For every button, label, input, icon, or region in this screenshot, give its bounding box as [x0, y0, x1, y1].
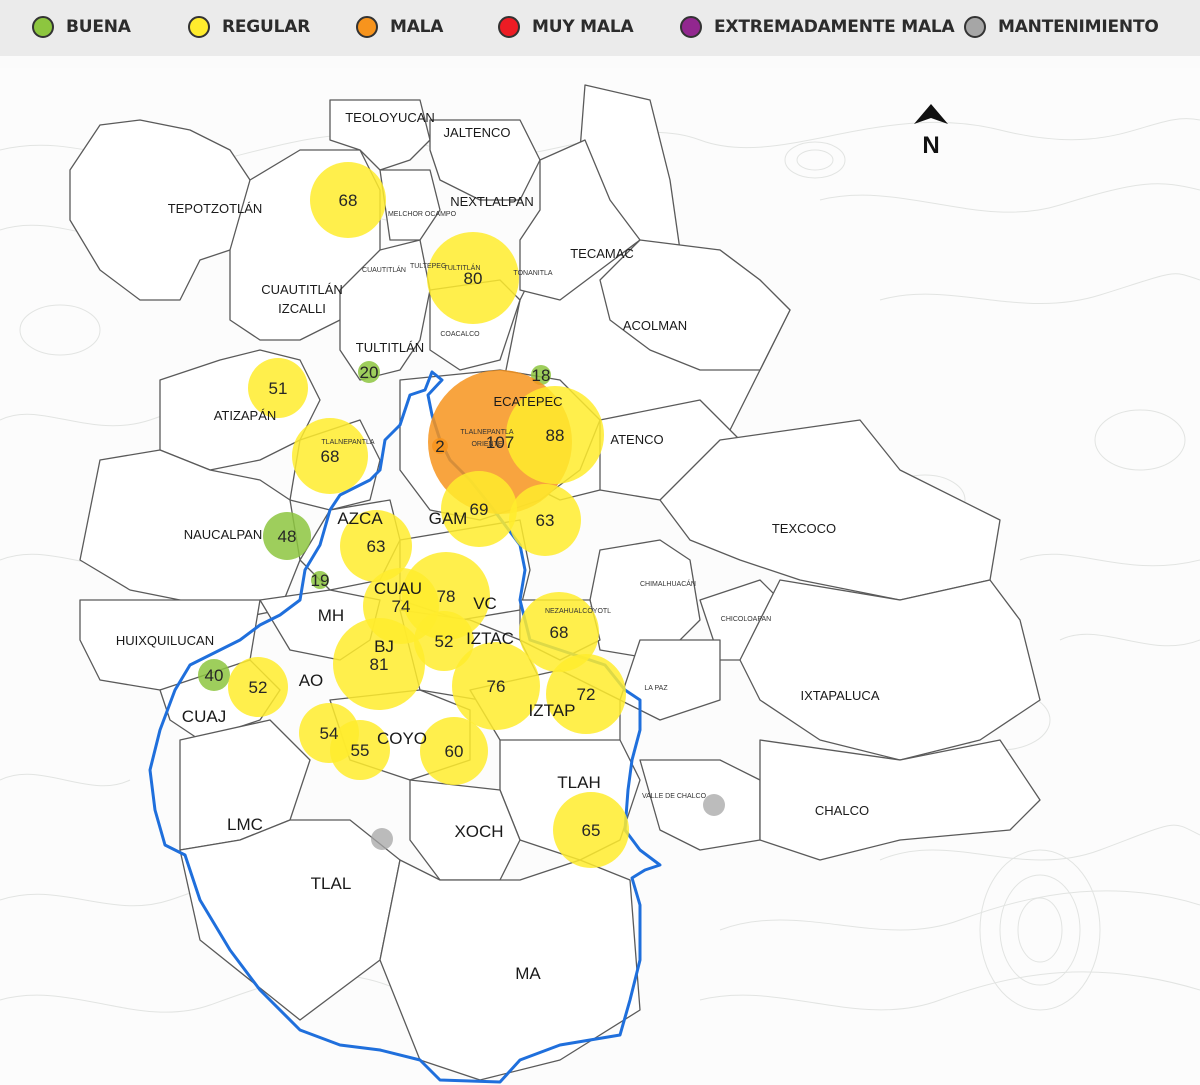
legend-dot-icon: [356, 16, 378, 38]
station-value-label: 52: [249, 678, 268, 697]
municipality-label: ECATEPEC: [493, 394, 562, 409]
municipality-label: TEPOTZOTLÁN: [168, 201, 263, 216]
municipality-label: ATIZAPÁN: [214, 408, 277, 423]
municipality-label: MH: [318, 606, 344, 625]
station-value-label: 51: [269, 379, 288, 398]
legend-bar: BUENA REGULAR MALA MUY MALA EXTREMADAMEN…: [0, 0, 1200, 56]
legend-item-regular: REGULAR: [188, 12, 310, 42]
station-bubble: [703, 794, 725, 816]
north-label: N: [922, 132, 939, 159]
station-value-label: 65: [582, 821, 601, 840]
station-value-label: 40: [205, 666, 224, 685]
legend-dot-icon: [498, 16, 520, 38]
municipality-label: ATENCO: [610, 432, 663, 447]
municipality-label: TEOLOYUCAN: [345, 110, 435, 125]
municipality-label: TLAL: [311, 874, 352, 893]
station-value-label: 19: [311, 571, 330, 590]
legend-dot-icon: [964, 16, 986, 38]
municipality-label: IZCALLI: [278, 301, 326, 316]
municipality-label: NEXTLALPAN: [450, 194, 534, 209]
municipality-label: CUAUTITLÁN: [261, 282, 343, 297]
municipality-label: NEZAHUALCÓYOTL: [545, 606, 611, 615]
station-value-label: 74: [392, 597, 411, 616]
municipality-label: CHIMALHUACÁN: [640, 579, 696, 588]
air-quality-map: N 68 80 51 20 18 68 2 107 88 48 69 63 63 19 74 78 52 68 81…: [0, 68, 1200, 1085]
municipality-label: GAM: [429, 509, 468, 528]
legend-label: REGULAR: [222, 17, 311, 37]
municipality-label: AO: [299, 671, 324, 690]
station-value-label: 72: [577, 685, 596, 704]
municipality-label: TULTITLÁN: [356, 340, 424, 355]
municipality-label: VALLE DE CHALCO: [642, 793, 707, 800]
station-value-label: 76: [487, 677, 506, 696]
station-value-label: 63: [536, 511, 555, 530]
municipality-label: CUAU: [374, 579, 422, 598]
station-value-label: 69: [470, 500, 489, 519]
municipality-label: MELCHOR OCAMPO: [388, 211, 457, 218]
municipality-label: CHALCO: [815, 803, 869, 818]
municipality-label: LA PAZ: [644, 685, 668, 692]
municipality-label: TONANITLA: [513, 270, 552, 277]
legend-item-extremadamente-mala: EXTREMADAMENTE MALA: [680, 12, 955, 42]
station-value-label: 20: [360, 363, 379, 382]
municipality-label: HUIXQUILUCAN: [116, 633, 214, 648]
municipality-label: TLALNEPANTLA: [460, 429, 513, 436]
station-value-label: 68: [550, 623, 569, 642]
station-value-label: 88: [546, 426, 565, 445]
legend-label: MALA: [390, 17, 444, 37]
legend-item-mala: MALA: [356, 12, 443, 42]
legend-label: BUENA: [66, 17, 131, 37]
station-value-label: 55: [351, 741, 370, 760]
station-value-label: 2: [435, 437, 444, 456]
legend-dot-icon: [680, 16, 702, 38]
station-value-label: 63: [367, 537, 386, 556]
legend-item-buena: BUENA: [32, 12, 131, 42]
station-value-label: 81: [370, 655, 389, 674]
station-value-label: 48: [278, 527, 297, 546]
municipality-label: MA: [515, 964, 541, 983]
municipality-label: IXTAPALUCA: [801, 688, 880, 703]
municipality-label: TLAH: [557, 773, 600, 792]
station-value-label: 60: [445, 742, 464, 761]
station-value-label: 68: [321, 447, 340, 466]
municipality-label: BJ: [374, 637, 394, 656]
legend-separator: [0, 56, 1200, 68]
municipality-label: XOCH: [454, 822, 503, 841]
legend-dot-icon: [188, 16, 210, 38]
municipality-label: ORIENTE: [471, 441, 502, 448]
municipality-label: CHICOLOAPAN: [721, 616, 771, 623]
municipality-label: IZTAC: [466, 629, 514, 648]
legend-dot-icon: [32, 16, 54, 38]
municipality-label: COACALCO: [440, 331, 480, 338]
municipality-label: NAUCALPAN: [184, 527, 263, 542]
station-value-label: 78: [437, 587, 456, 606]
municipality-label: CUAUTITLÁN: [362, 265, 406, 274]
municipality-label: LMC: [227, 815, 263, 834]
municipality-label: TULTITLÁN: [444, 263, 481, 272]
municipality-label: IZTAP: [529, 701, 576, 720]
municipality-label: TECAMAC: [570, 246, 634, 261]
station-value-label: 18: [532, 366, 551, 385]
station-value-label: 54: [320, 724, 339, 743]
legend-label: MANTENIMIENTO: [998, 17, 1159, 37]
legend-label: EXTREMADAMENTE MALA: [714, 17, 955, 37]
municipality-label: TEXCOCO: [772, 521, 836, 536]
legend-label: MUY MALA: [532, 17, 634, 37]
municipality-label: TULTEPEC: [410, 263, 446, 270]
legend-item-mantenimiento: MANTENIMIENTO: [964, 12, 1159, 42]
station-bubble: [371, 828, 393, 850]
municipality-label: JALTENCO: [444, 125, 511, 140]
municipality-label: COYO: [377, 729, 427, 748]
legend-item-muy-mala: MUY MALA: [498, 12, 634, 42]
station-value-label: 52: [435, 632, 454, 651]
municipality-label: TLALNEPANTLA: [321, 439, 374, 446]
municipality-label: CUAJ: [182, 707, 226, 726]
station-value-label: 68: [339, 191, 358, 210]
municipality-label: VC: [473, 594, 497, 613]
municipality-label: ACOLMAN: [623, 318, 687, 333]
municipality-label: AZCA: [337, 509, 383, 528]
